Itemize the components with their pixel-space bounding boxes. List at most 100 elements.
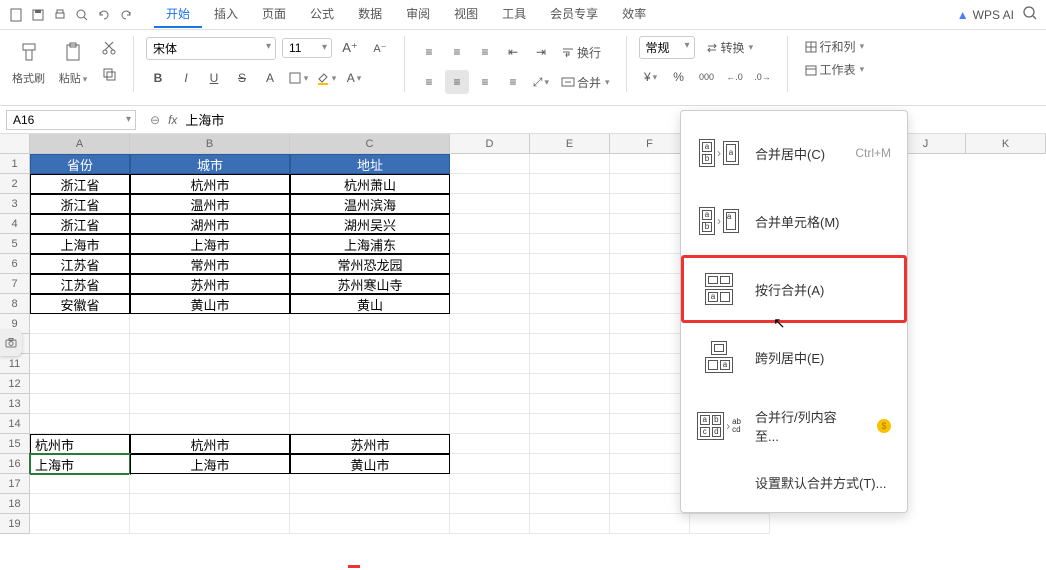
tab-data[interactable]: 数据 [346,1,394,28]
cell[interactable] [130,374,290,394]
tab-insert[interactable]: 插入 [202,1,250,28]
cell[interactable] [450,474,530,494]
underline-icon[interactable]: U [202,66,226,90]
rowheader[interactable]: 13 [0,394,30,414]
cell[interactable] [450,354,530,374]
cell[interactable] [450,314,530,334]
cell[interactable]: 黄山市 [290,454,450,474]
rowheader[interactable]: 2 [0,174,30,194]
rowheader[interactable]: 18 [0,494,30,514]
cell[interactable] [530,274,610,294]
colheader-B[interactable]: B [130,134,290,154]
cell[interactable] [290,474,450,494]
cell[interactable] [30,494,130,514]
menu-center-across[interactable]: a 跨列居中(E) [681,323,907,391]
cell[interactable] [450,374,530,394]
strike-icon[interactable]: S [230,66,254,90]
colheader-D[interactable]: D [450,134,530,154]
cell[interactable] [450,294,530,314]
cell[interactable]: 温州市 [130,194,290,214]
dec-inc-icon[interactable]: ←.0 [723,65,747,89]
colheader-A[interactable]: A [30,134,130,154]
cell[interactable]: 杭州市 [130,434,290,454]
rowheader[interactable]: 1 [0,154,30,174]
cell[interactable] [450,394,530,414]
cell[interactable] [130,354,290,374]
cell[interactable] [290,514,450,534]
preview-icon[interactable] [74,7,90,23]
tab-formula[interactable]: 公式 [298,1,346,28]
cut-icon[interactable] [97,36,121,60]
align-right-icon[interactable]: ≡ [473,70,497,94]
dec-dec-icon[interactable]: .0→ [751,65,775,89]
font-more-icon[interactable]: A [258,66,282,90]
tab-efficiency[interactable]: 效率 [610,1,658,28]
cell[interactable] [610,194,690,214]
cell[interactable] [290,494,450,514]
cell[interactable]: 上海浦东 [290,234,450,254]
cell[interactable] [130,494,290,514]
cell[interactable]: 安徽省 [30,294,130,314]
undo-icon[interactable] [96,7,112,23]
cell[interactable] [30,314,130,334]
paste-icon[interactable] [57,36,89,68]
cell[interactable]: 上海市 [130,454,290,474]
cell[interactable] [450,154,530,174]
cell[interactable] [30,374,130,394]
rowheader[interactable]: 15 [0,434,30,454]
align-top-icon[interactable]: ≡ [417,40,441,64]
colheader-K[interactable]: K [966,134,1046,154]
formula-value[interactable]: 上海市 [185,110,224,129]
cell[interactable] [130,314,290,334]
cell[interactable] [530,374,610,394]
cell[interactable] [130,394,290,414]
select-all-corner[interactable] [0,134,30,154]
cell[interactable] [530,294,610,314]
tab-member[interactable]: 会员专享 [538,1,610,28]
cell[interactable]: 浙江省 [30,174,130,194]
cell[interactable] [530,334,610,354]
rowheader[interactable]: 7 [0,274,30,294]
cell[interactable] [610,254,690,274]
rowheader[interactable]: 17 [0,474,30,494]
cell[interactable] [530,174,610,194]
cell[interactable] [450,194,530,214]
cell[interactable] [610,334,690,354]
table-header[interactable]: 地址 [290,154,450,174]
cell[interactable]: 苏州市 [130,274,290,294]
cell[interactable] [30,414,130,434]
indent-inc-icon[interactable]: ⇥ [529,40,553,64]
menu-default-merge[interactable]: 设置默认合并方式(T)... [681,461,907,504]
menu-merge-cells[interactable]: ab › a 合并单元格(M) [681,187,907,255]
rowheader[interactable]: 11 [0,354,30,374]
cell[interactable] [610,374,690,394]
cell[interactable] [130,514,290,534]
cell[interactable] [530,474,610,494]
colheader-F[interactable]: F [610,134,690,154]
cell[interactable] [450,514,530,534]
cell[interactable] [530,154,610,174]
cell[interactable]: 浙江省 [30,214,130,234]
tab-page[interactable]: 页面 [250,1,298,28]
cell[interactable] [530,514,610,534]
cell[interactable]: 湖州吴兴 [290,214,450,234]
cell[interactable]: 黄山市 [130,294,290,314]
menu-merge-across[interactable]: a 按行合并(A) [681,255,907,323]
cell[interactable] [130,414,290,434]
new-icon[interactable] [8,7,24,23]
cell[interactable] [30,474,130,494]
align-middle-icon[interactable]: ≡ [445,40,469,64]
cell[interactable] [450,234,530,254]
cell[interactable] [530,494,610,514]
cell[interactable]: 苏州市 [290,434,450,454]
rowheader[interactable]: 5 [0,234,30,254]
cell[interactable] [30,354,130,374]
cell[interactable] [130,334,290,354]
cell[interactable]: 杭州市 [30,434,130,454]
cell[interactable] [530,234,610,254]
tab-start[interactable]: 开始 [154,1,202,28]
name-box[interactable]: A16 [6,110,136,130]
align-bottom-icon[interactable]: ≡ [473,40,497,64]
indent-dec-icon[interactable]: ⇤ [501,40,525,64]
cell[interactable] [610,154,690,174]
